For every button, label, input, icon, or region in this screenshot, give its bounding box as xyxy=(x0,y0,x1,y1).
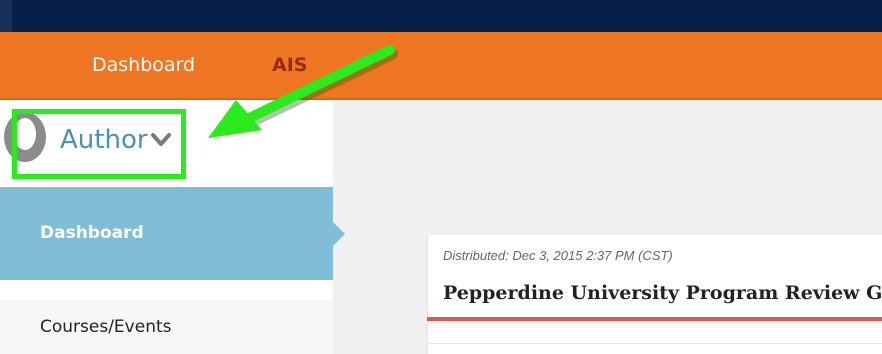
card-title[interactable]: Pepperdine University Program Review Gu xyxy=(443,282,882,304)
highlight-box xyxy=(12,109,186,179)
distributed-timestamp: Distributed: Dec 3, 2015 2:37 PM (CST) xyxy=(443,248,673,263)
sidebar-item-dashboard[interactable]: Dashboard xyxy=(0,187,333,280)
nav-item-ais[interactable]: AIS xyxy=(272,32,307,98)
top-bar-edge xyxy=(0,0,12,32)
active-indicator-arrow xyxy=(333,222,345,246)
top-bar xyxy=(0,0,882,32)
sidebar-item-label: Dashboard xyxy=(40,223,144,243)
card-accent-rule xyxy=(427,317,882,321)
nav-item-dashboard[interactable]: Dashboard xyxy=(92,32,195,98)
main-navbar: Dashboard AIS xyxy=(0,32,882,100)
sidebar-item-courses-events[interactable]: Courses/Events xyxy=(0,300,333,354)
card-divider xyxy=(427,343,882,344)
sidebar-item-label: Courses/Events xyxy=(40,317,172,337)
